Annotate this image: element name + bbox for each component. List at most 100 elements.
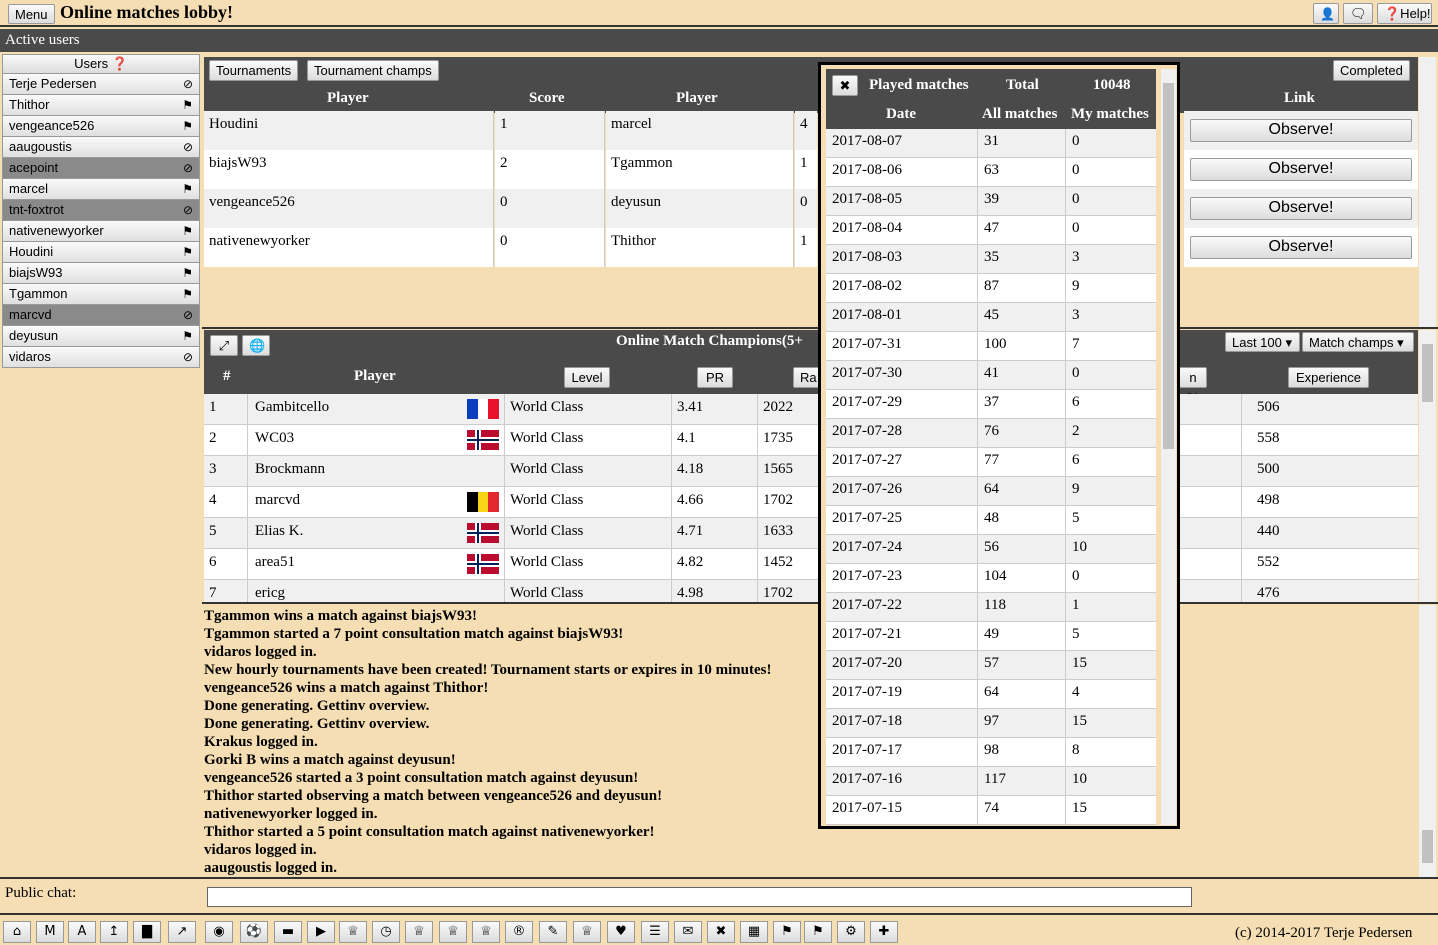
observe-button[interactable]: Observe! [1190, 158, 1412, 181]
col-date: Date [886, 106, 916, 122]
type-select[interactable]: Match champs ▾ [1302, 332, 1414, 352]
completed-button[interactable]: Completed [1333, 60, 1410, 81]
observe-button[interactable]: Observe! [1190, 236, 1412, 259]
chat-icon[interactable]: 🗨 [1343, 3, 1373, 24]
champ-level: World Class [504, 487, 672, 518]
toolbar-button[interactable]: ▶ [307, 921, 335, 943]
user-row[interactable]: tnt-foxtrot ⊘ [2, 200, 200, 221]
user-row[interactable]: Terje Pedersen ⊘ [2, 74, 200, 95]
toolbar-button[interactable]: ♕ [405, 921, 433, 943]
tab-tournament-champs[interactable]: Tournament champs [307, 60, 439, 81]
pr-sort-button[interactable]: PR [697, 367, 733, 388]
users-header[interactable]: Users ❓ [2, 54, 200, 74]
toolbar-button[interactable]: ◉ [205, 921, 233, 943]
played-date: 2017-07-17 [826, 738, 978, 767]
log-entry: Tgammon wins a match against biajsW93! [204, 608, 477, 624]
played-all: 77 [978, 448, 1066, 477]
period-select[interactable]: Last 100 ▾ [1225, 332, 1300, 352]
blocked-icon: ⊘ [182, 77, 193, 91]
observe-button[interactable]: Observe! [1190, 197, 1412, 220]
flag-icon: ⚑ [182, 266, 193, 280]
tab-tournaments[interactable]: Tournaments [209, 60, 299, 81]
user-row[interactable]: vidaros ⊘ [2, 347, 200, 368]
user-icon[interactable]: 👤 [1313, 3, 1339, 24]
flag-icon [467, 430, 499, 450]
chat-input[interactable] [207, 887, 1192, 907]
toolbar-button[interactable]: ☰ [641, 921, 669, 943]
toolbar-button[interactable]: ⚽ [240, 921, 268, 943]
user-row[interactable]: aaugoustis ⊘ [2, 137, 200, 158]
scrollbar[interactable] [1161, 69, 1176, 825]
toolbar-button[interactable]: ◷ [372, 921, 400, 943]
user-row[interactable]: acepoint ⊘ [2, 158, 200, 179]
champ-level: World Class [504, 549, 672, 580]
scrollbar[interactable] [1419, 57, 1436, 327]
played-date: 2017-07-19 [826, 680, 978, 709]
toolbar-button[interactable]: A [68, 921, 96, 943]
toolbar-button[interactable]: ♕ [472, 921, 500, 943]
toolbar-button[interactable]: ⚙ [837, 921, 865, 943]
played-row: 2017-07-19 64 4 [826, 680, 1156, 709]
user-row[interactable]: nativenewyorker ⚑ [2, 221, 200, 242]
toolbar-button[interactable]: ✉ [674, 921, 702, 943]
champ-row: 7 ericg World Class 4.98 1702 476 [204, 580, 1418, 602]
scrollbar[interactable] [1419, 605, 1436, 877]
toolbar-button[interactable]: ♕ [573, 921, 601, 943]
user-row[interactable]: Houdini ⚑ [2, 242, 200, 263]
user-row[interactable]: vengeance526 ⚑ [2, 116, 200, 137]
bottom-toolbar: ⌂ M A ↥ ▇ ↗ ◉ ⚽ ▬ ▶ ♕ ◷ ♕ ♕ ♕ ® ✎ ♕ ♥ ☰ ✉ ✖ ▦ ⚑ ⚑ ⚙ ✚ (c) 2014-201… [0, 913, 1438, 945]
toolbar-button[interactable]: M [36, 921, 64, 943]
toolbar-button[interactable]: ▦ [740, 921, 768, 943]
toolbar-button[interactable]: ♕ [439, 921, 467, 943]
champ-player[interactable]: area51 [255, 554, 295, 571]
played-all: 87 [978, 274, 1066, 303]
help-button[interactable]: ❓Help! [1377, 3, 1432, 24]
toolbar-button[interactable]: ® [505, 921, 533, 943]
win-pct-sort-button[interactable]: n % [1179, 367, 1207, 405]
played-my: 6 [1072, 394, 1080, 410]
menu-button[interactable]: Menu [8, 4, 55, 24]
played-row: 2017-07-29 37 6 [826, 390, 1156, 419]
toolbar-button[interactable]: ♥ [607, 921, 635, 943]
expand-icon[interactable]: ⤢ [210, 335, 238, 356]
played-all: 35 [978, 245, 1066, 274]
champ-player[interactable]: marcvd [255, 492, 300, 509]
flag-icon [467, 492, 500, 512]
user-row[interactable]: Tgammon ⚑ [2, 284, 200, 305]
user-row[interactable]: deyusun ⚑ [2, 326, 200, 347]
match-player2: deyusun [606, 189, 794, 228]
match-score2: 0 [795, 189, 817, 228]
experience-sort-button[interactable]: Experience [1288, 367, 1369, 388]
user-row[interactable]: Thithor ⚑ [2, 95, 200, 116]
toolbar-button[interactable]: ⌂ [3, 921, 31, 943]
toolbar-button[interactable]: ▬ [274, 921, 302, 943]
user-row[interactable]: marcvd ⊘ [2, 305, 200, 326]
toolbar-button[interactable]: ✎ [539, 921, 567, 943]
played-my: 10 [1072, 539, 1087, 555]
col-player: Player [354, 368, 396, 384]
champ-player[interactable]: Brockmann [255, 461, 325, 478]
champ-player[interactable]: WC03 [255, 430, 294, 447]
toolbar-button[interactable]: ↥ [100, 921, 128, 943]
toolbar-button[interactable]: ⚑ [804, 921, 832, 943]
champ-player[interactable]: Gambitcello [255, 399, 329, 416]
champ-player[interactable]: Elias K. [255, 523, 303, 540]
close-button[interactable]: ✖ [832, 75, 858, 96]
toolbar-button[interactable]: ↗ [168, 921, 196, 943]
log-entry: vengeance526 started a 3 point consultat… [204, 770, 639, 786]
globe-icon[interactable]: 🌐 [242, 335, 270, 356]
user-row[interactable]: biajsW93 ⚑ [2, 263, 200, 284]
log-entry: vidaros logged in. [204, 644, 317, 660]
observe-button[interactable]: Observe! [1190, 119, 1412, 142]
toolbar-button[interactable]: ✚ [870, 921, 898, 943]
toolbar-button[interactable]: ✖ [707, 921, 735, 943]
level-sort-button[interactable]: Level [564, 367, 610, 388]
scrollbar[interactable] [1419, 330, 1436, 602]
match-player1: nativenewyorker [204, 228, 494, 267]
played-matches-dialog: ✖ Played matches Total 10048 Date All ma… [818, 62, 1180, 829]
toolbar-button[interactable]: ▇ [133, 921, 161, 943]
toolbar-button[interactable]: ♕ [339, 921, 367, 943]
user-row[interactable]: marcel ⚑ [2, 179, 200, 200]
champ-player[interactable]: ericg [255, 585, 285, 602]
toolbar-button[interactable]: ⚑ [773, 921, 801, 943]
